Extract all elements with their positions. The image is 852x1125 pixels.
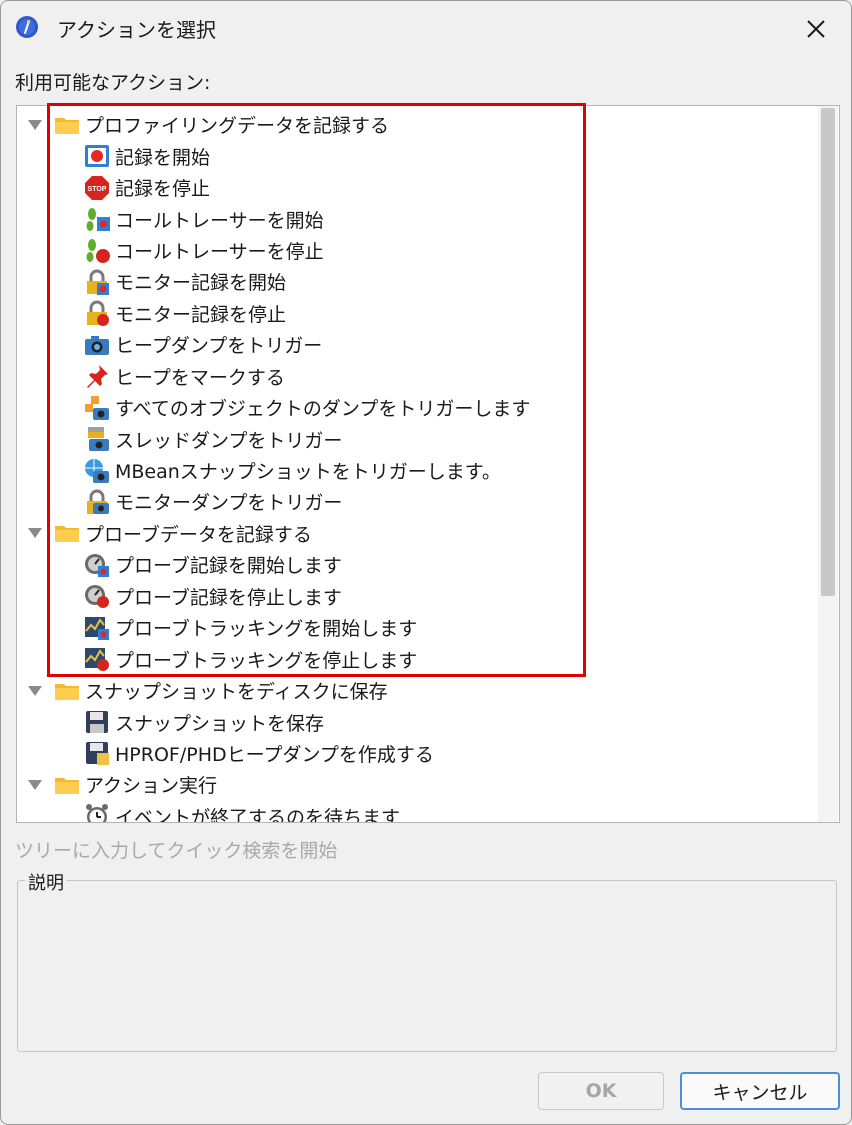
tree-item[interactable]: モニターダンプをトリガー: [17, 486, 817, 517]
thread-camera-icon: [88, 427, 109, 452]
tree-scrollbar[interactable]: [818, 106, 838, 822]
tree-item[interactable]: イベントが終了するのを待ちます: [17, 801, 817, 823]
tree-item[interactable]: モニター記録を停止: [17, 298, 817, 329]
expand-toggle-icon[interactable]: [25, 115, 45, 135]
tree-item-label: 記録を開始: [115, 146, 211, 169]
scrollbar-thumb[interactable]: [821, 108, 835, 596]
tree-group[interactable]: プロファイリングデータを記録する: [17, 109, 817, 140]
lock-camera-icon: [87, 489, 109, 514]
tree-item[interactable]: すべてのオブジェクトのダンプをトリガーします: [17, 392, 817, 423]
tree-item-label: プローブ記録を開始します: [115, 555, 342, 578]
folder-icon: [55, 526, 79, 543]
folder-icon: [55, 683, 79, 700]
tree-list: プロファイリングデータを記録する記録を開始 STOP 記録を停止コールトレーサーを開…: [17, 109, 817, 823]
tree-item[interactable]: プローブトラッキングを停止します: [17, 643, 817, 674]
tree-item[interactable]: モニター記録を開始: [17, 266, 817, 297]
tree-group-label: スナップショットをディスクに保存: [85, 681, 388, 704]
expand-toggle-icon[interactable]: [25, 523, 45, 543]
tree-item-label: モニターダンプをトリガー: [115, 492, 343, 515]
pushpin-icon: [87, 365, 108, 389]
tree-item[interactable]: HPROF/PHDヒープダンプを作成する: [17, 738, 817, 769]
probe-record-icon: [85, 553, 109, 577]
footsteps-stop-icon: [86, 239, 110, 264]
tree-item[interactable]: ヒープをマークする: [17, 361, 817, 392]
stop-sign-icon: STOP: [85, 175, 109, 200]
tree-item-label: HPROF/PHDヒープダンプを作成する: [115, 743, 434, 766]
probe-tracking-stop-icon: [85, 648, 109, 672]
tree-item-label: ヒープダンプをトリガー: [115, 335, 323, 358]
app-logo-icon: [16, 16, 38, 38]
tree-group[interactable]: スナップショットをディスクに保存: [17, 675, 817, 706]
tree-item[interactable]: プローブ記録を停止します: [17, 581, 817, 612]
title-bar: アクションを選択: [1, 1, 851, 53]
tree-item[interactable]: プローブトラッキングを開始します: [17, 612, 817, 643]
tree-item-label: すべてのオブジェクトのダンプをトリガーします: [115, 398, 531, 421]
tree-item[interactable]: 記録を開始: [17, 140, 817, 171]
tree-item[interactable]: コールトレーサーを開始: [17, 203, 817, 234]
close-icon[interactable]: [801, 14, 831, 44]
record-start-icon: [85, 145, 109, 168]
tree-item-label: MBeanスナップショットをトリガーします。: [115, 461, 501, 484]
description-label: 説明: [25, 869, 67, 895]
tree-item-label: プローブトラッキングを停止します: [115, 649, 418, 672]
probe-tracking-record-icon: [85, 616, 109, 640]
floppy-heap-icon: [86, 742, 109, 766]
tree-item[interactable]: STOP 記録を停止: [17, 172, 817, 203]
tree-item[interactable]: プローブ記録を開始します: [17, 549, 817, 580]
action-tree[interactable]: プロファイリングデータを記録する記録を開始 STOP 記録を停止コールトレーサーを開…: [16, 105, 840, 823]
expand-toggle-icon[interactable]: [25, 775, 45, 795]
cancel-button[interactable]: キャンセル: [680, 1072, 840, 1110]
tree-item-label: コールトレーサーを停止: [115, 240, 324, 263]
quick-search-hint: ツリーに入力してクイック検索を開始: [15, 840, 338, 862]
dialog-window: アクションを選択 利用可能なアクション: プロファイリングデータを記録する記録を…: [0, 0, 852, 1125]
tree-item-label: プローブトラッキングを開始します: [115, 618, 418, 641]
dialog-title: アクションを選択: [57, 18, 216, 42]
tree-item-label: プローブ記録を停止します: [115, 586, 342, 609]
tree-item-label: ヒープをマークする: [115, 366, 285, 389]
tree-item[interactable]: スナップショットを保存: [17, 706, 817, 737]
objects-camera-icon: [85, 395, 109, 420]
tree-group-label: プロファイリングデータを記録する: [85, 115, 390, 138]
expand-toggle-icon[interactable]: [25, 681, 45, 701]
tree-group-label: アクション実行: [85, 775, 218, 798]
footsteps-record-icon: [86, 208, 110, 232]
globe-camera-icon: [85, 458, 109, 483]
folder-icon: [55, 117, 79, 134]
tree-item-label: スレッドダンプをトリガー: [115, 429, 343, 452]
description-box: [17, 880, 837, 1052]
tree-group[interactable]: プローブデータを記録する: [17, 518, 817, 549]
lock-stop-icon: [87, 300, 109, 327]
tree-item[interactable]: ヒープダンプをトリガー: [17, 329, 817, 360]
tree-item-label: 記録を停止: [115, 178, 211, 201]
alarm-clock-icon: [86, 804, 108, 822]
svg-text:STOP: STOP: [88, 186, 107, 193]
lock-record-icon: [87, 269, 109, 295]
ok-button[interactable]: OK: [538, 1072, 664, 1110]
tree-item-label: モニター記録を開始: [115, 272, 287, 295]
available-actions-label: 利用可能なアクション:: [15, 72, 211, 94]
tree-item-label: コールトレーサーを開始: [115, 209, 324, 232]
tree-item-label: イベントが終了するのを待ちます: [115, 806, 401, 823]
probe-stop-icon: [85, 585, 109, 609]
tree-item[interactable]: スレッドダンプをトリガー: [17, 423, 817, 454]
folder-icon: [55, 777, 79, 794]
tree-group[interactable]: アクション実行: [17, 769, 817, 800]
tree-item-label: モニター記録を停止: [115, 303, 287, 326]
camera-icon: [85, 335, 109, 355]
floppy-disk-icon: [86, 711, 108, 734]
tree-group-label: プローブデータを記録する: [85, 523, 312, 546]
tree-item-label: スナップショットを保存: [115, 712, 325, 735]
tree-item[interactable]: コールトレーサーを停止: [17, 235, 817, 266]
tree-item[interactable]: MBeanスナップショットをトリガーします。: [17, 455, 817, 486]
